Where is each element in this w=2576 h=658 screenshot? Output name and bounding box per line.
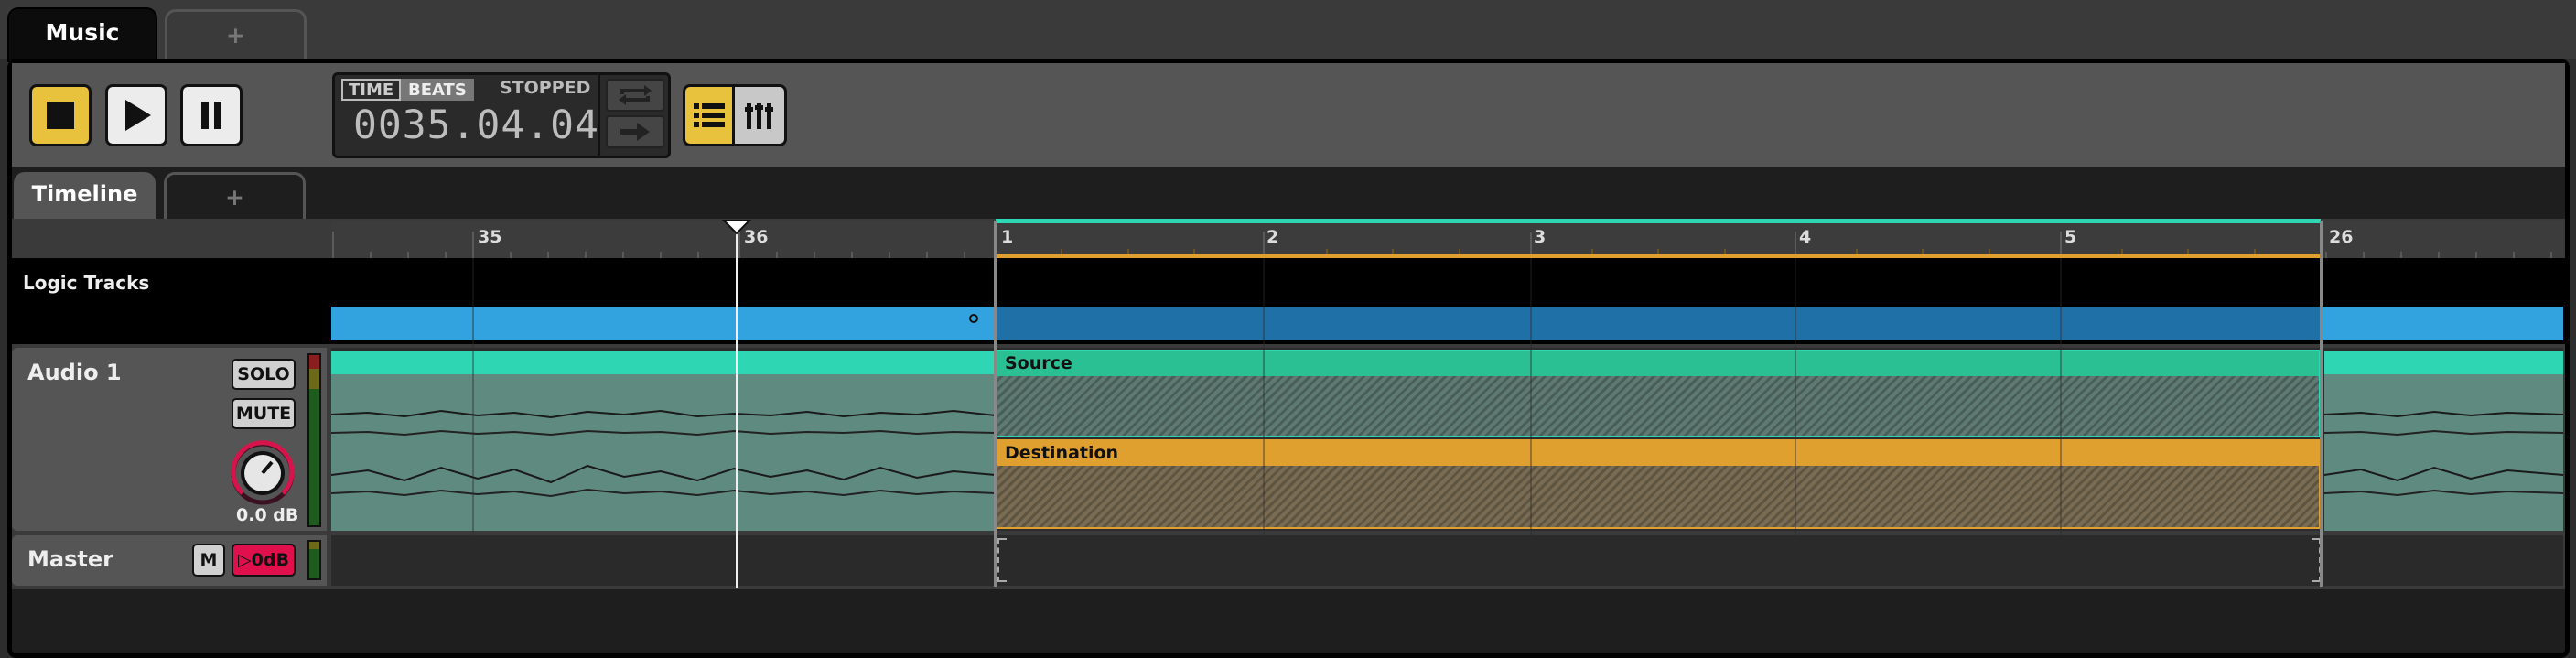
loop-region-bar[interactable] — [996, 219, 2321, 223]
stop-button[interactable] — [29, 84, 92, 146]
loop-region-sub-ticks — [1061, 249, 2256, 254]
loop-end-line[interactable] — [2320, 221, 2323, 587]
mixer-view-button[interactable] — [735, 84, 787, 146]
pause-button[interactable] — [180, 84, 243, 146]
stop-icon — [47, 102, 74, 129]
follow-button[interactable] — [606, 115, 664, 148]
timeline-grid — [472, 258, 2062, 586]
audio-level-meter — [307, 353, 321, 527]
mixer-view-icon — [745, 103, 773, 129]
master-mute-button[interactable]: M — [192, 544, 225, 577]
volume-knob[interactable] — [230, 440, 296, 506]
beats-mode-label: BEATS — [408, 81, 467, 100]
audio-track-name: Audio 1 — [27, 360, 122, 385]
tab-timeline-label: Timeline — [31, 181, 138, 207]
ruler-label-4: 4 — [1799, 227, 1812, 247]
master-track-name: Master — [27, 546, 113, 572]
list-view-button[interactable] — [683, 84, 735, 146]
loop-button[interactable] — [606, 79, 664, 112]
ruler-label-1: 1 — [1001, 227, 1014, 247]
master-clip-indicator[interactable]: ▷0dB — [232, 544, 296, 577]
mute-label: MUTE — [235, 404, 292, 424]
master-mute-label: M — [199, 550, 218, 570]
ruler-label-3: 3 — [1534, 227, 1547, 247]
loop-start-line[interactable] — [994, 221, 997, 587]
add-tab-button[interactable]: + — [165, 9, 307, 59]
mute-button[interactable]: MUTE — [232, 398, 296, 429]
logic-tracks-label: Logic Tracks — [23, 272, 150, 294]
position-readout: 0035.04.04 — [353, 102, 599, 148]
timeline-tab-bar — [12, 167, 2565, 219]
playhead-line[interactable] — [736, 227, 738, 588]
beats-mode-toggle[interactable]: BEATS — [401, 79, 474, 101]
solo-button[interactable]: SOLO — [232, 359, 296, 390]
master-meter-label: ▷0dB — [238, 550, 289, 570]
ruler-label-35: 35 — [478, 227, 502, 247]
add-timeline-tab-label: + — [225, 184, 244, 210]
playhead-marker[interactable] — [722, 219, 751, 235]
ruler-label-2: 2 — [1266, 227, 1279, 247]
transport-status: STOPPED — [500, 78, 591, 98]
transport-divider — [598, 75, 600, 156]
add-tab-label: + — [226, 22, 245, 49]
add-timeline-tab-button[interactable]: + — [164, 172, 306, 220]
volume-readout: 0.0 dB — [236, 505, 299, 525]
play-icon — [125, 100, 151, 131]
tab-timeline[interactable]: Timeline — [14, 172, 156, 220]
arrow-right-icon — [620, 123, 650, 141]
window-tab-bar — [0, 0, 2576, 59]
solo-label: SOLO — [237, 364, 290, 384]
time-mode-label: TIME — [349, 81, 394, 100]
time-mode-toggle[interactable]: TIME — [341, 79, 402, 101]
pause-icon — [201, 102, 221, 129]
play-button[interactable] — [105, 84, 167, 146]
master-level-meter — [307, 540, 321, 580]
ruler-label-26: 26 — [2329, 227, 2354, 247]
ruler-label-5: 5 — [2064, 227, 2077, 247]
tab-music[interactable]: Music — [7, 7, 157, 62]
tab-music-label: Music — [45, 19, 120, 46]
loop-icon — [619, 85, 652, 105]
list-view-icon — [693, 103, 725, 127]
